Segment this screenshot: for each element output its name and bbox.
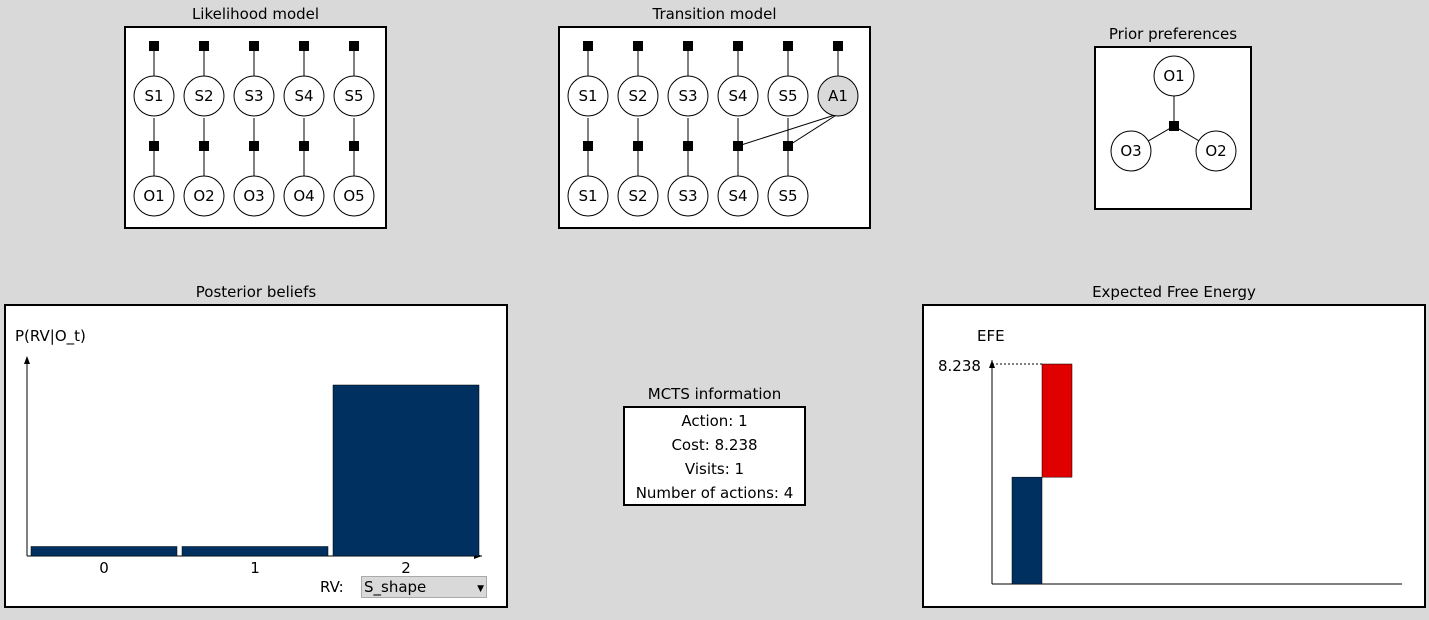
likelihood-state-node-label: S3 [244,87,263,105]
likelihood-factor [199,141,209,151]
transition-state-node-label: S4 [728,87,747,105]
transition-state-node-label: S2 [628,87,647,105]
rv-label: RV: [320,578,344,596]
belief-bar [30,546,178,557]
likelihood-state-node-label: S1 [144,87,163,105]
transition-action-node-label: A1 [828,87,848,105]
transition-next-state-node-label: S1 [578,187,597,205]
state-prior-factor [349,41,359,51]
posterior-panel: P(RV|O_t) 012 [4,304,508,608]
preference-factor [1169,121,1179,131]
rv-select-value: S_shape [364,578,427,596]
action-prior-factor [833,41,843,51]
likelihood-panel: S1 O1 S2 O2 S3 O3 S4 O4 S5 O5 [124,26,387,229]
likelihood-observation-node-label: O2 [193,187,214,205]
x-tick-label: 1 [250,559,260,577]
prior-graph: O1 O3 O2 [1110,55,1237,172]
state-prior-factor [199,41,209,51]
transition-factor [733,141,743,151]
mcts-panel: Action: 1 Cost: 8.238 Visits: 1 Number o… [623,406,806,506]
transition-next-state-node-label: S5 [778,187,797,205]
state-prior-factor [783,41,793,51]
likelihood-factor [249,141,259,151]
transition-factor [683,141,693,151]
likelihood-observation-node-label: O3 [243,187,264,205]
state-prior-factor [733,41,743,51]
state-prior-factor [683,41,693,51]
transition-graph: S1 S1 S2 S2 S3 S3 S4 S4 S5 S5 A1 [567,41,859,217]
likelihood-state-node-label: S2 [194,87,213,105]
likelihood-factor [299,141,309,151]
likelihood-state-node-label: S4 [294,87,313,105]
likelihood-observation-node-label: O4 [293,187,314,205]
x-tick-label: 2 [401,559,411,577]
prior-panel: O1 O3 O2 [1094,46,1252,210]
efe-blue-bar [1011,476,1043,585]
transition-next-state-node-label: S2 [628,187,647,205]
x-tick-label: 0 [99,559,109,577]
state-prior-factor [583,41,593,51]
rv-select[interactable]: S_shape ▼ [361,576,487,598]
posterior-title: Posterior beliefs [195,283,317,301]
state-prior-factor [633,41,643,51]
y-axis-arrow [24,356,30,364]
transition-state-node-label: S1 [578,87,597,105]
likelihood-observation-node-label: O5 [343,187,364,205]
transition-next-state-node-label: S4 [728,187,747,205]
state-prior-factor [299,41,309,51]
transition-factor [783,141,793,151]
efe-panel: EFE 8.238 [922,304,1426,608]
mcts-cost: Cost: 8.238 [671,436,758,454]
mcts-visits: Visits: 1 [684,460,745,478]
transition-next-state-node-label: S3 [678,187,697,205]
prior-observation-node-label: O2 [1205,142,1226,160]
state-prior-factor [249,41,259,51]
mcts-num-actions: Number of actions: 4 [635,484,794,502]
transition-state-node-label: S3 [678,87,697,105]
chevron-down-icon: ▼ [477,584,484,594]
mcts-action: Action: 1 [681,412,748,430]
prior-title: Prior preferences [1108,25,1238,43]
efe-chart [989,360,1402,585]
likelihood-title: Likelihood model [191,5,320,23]
transition-title: Transition model [652,5,777,23]
belief-bar [332,384,480,557]
mcts-title: MCTS information [647,385,782,403]
likelihood-observation-node-label: O1 [143,187,164,205]
prior-observation-node-label: O3 [1120,142,1141,160]
likelihood-graph: S1 O1 S2 O2 S3 O3 S4 O4 S5 O5 [133,41,375,217]
efe-title: Expected Free Energy [1092,283,1256,301]
likelihood-factor [349,141,359,151]
likelihood-factor [149,141,159,151]
transition-factor [633,141,643,151]
likelihood-state-node-label: S5 [344,87,363,105]
state-prior-factor [149,41,159,51]
transition-state-node-label: S5 [778,87,797,105]
transition-factor [583,141,593,151]
posterior-chart: 0 1 2 [24,356,482,577]
prior-observation-node-label: O1 [1163,67,1184,85]
efe-red-bar [1041,363,1073,478]
edge-line [787,113,839,147]
belief-bar [181,546,329,557]
transition-panel: S1 S1 S2 S2 S3 S3 S4 S4 S5 S5 A1 [558,26,871,229]
